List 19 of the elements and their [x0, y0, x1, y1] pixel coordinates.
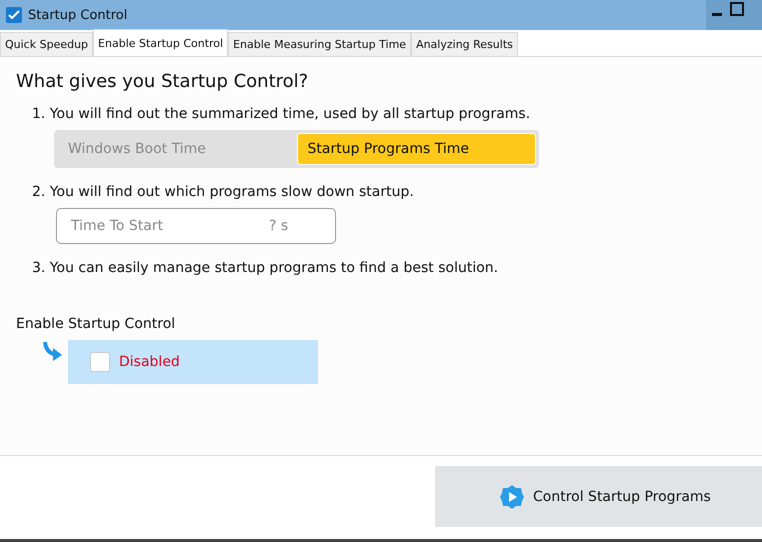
curved-arrow-icon	[42, 340, 64, 362]
step-text: 2. You will find out which programs slow down startup.	[32, 184, 415, 200]
step-text: 3. You can easily manage startup programs to find a best solution.	[32, 260, 500, 276]
field-value: ? s	[269, 218, 288, 234]
page-heading: What gives you Startup Control?	[16, 71, 310, 92]
tab[interactable]: Enable Startup Control	[93, 29, 228, 56]
gear-play-icon	[499, 484, 525, 510]
tab[interactable]: Analyzing Results	[411, 32, 518, 56]
segment-button[interactable]: Startup Programs Time	[296, 133, 536, 165]
enable-checkbox[interactable]: Disabled	[68, 340, 318, 384]
field-label: Time To Start	[71, 218, 164, 234]
maximize-icon[interactable]	[730, 2, 744, 16]
tab[interactable]: Enable Measuring Startup Time	[228, 32, 412, 56]
control-programs-button[interactable]: Control Startup Programs	[435, 466, 762, 527]
checkbox-icon	[6, 7, 22, 23]
step-text: 1. You will find out the summarized time, used by all startup programs.	[32, 106, 532, 122]
tab[interactable]: Quick Speedup	[0, 32, 94, 56]
window-title: Startup Control	[28, 8, 128, 22]
section-label: Enable Startup Control	[16, 316, 176, 332]
